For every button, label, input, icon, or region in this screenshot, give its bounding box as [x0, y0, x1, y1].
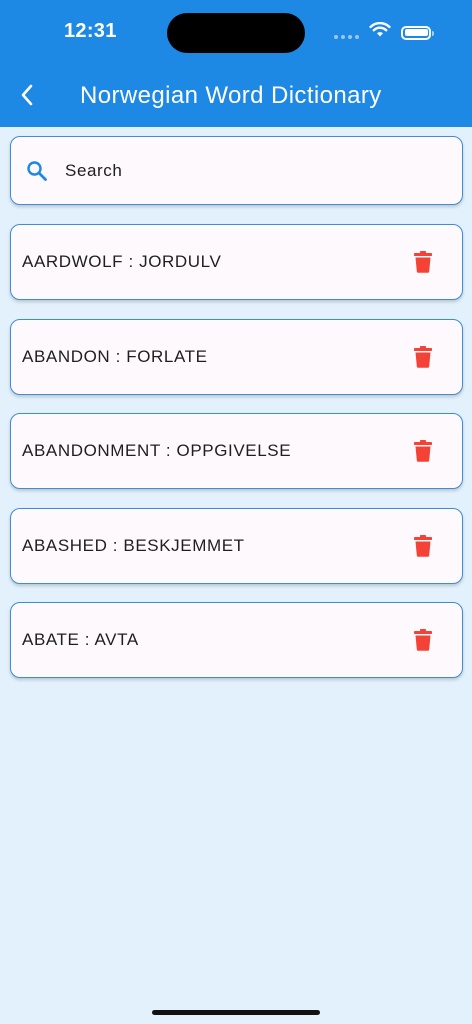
- delete-button[interactable]: [410, 249, 436, 275]
- delete-button[interactable]: [410, 627, 436, 653]
- trash-icon: [414, 629, 432, 651]
- word-card[interactable]: ABASHED : BESKJEMMET: [10, 507, 463, 584]
- page-title: Norwegian Word Dictionary: [80, 82, 382, 109]
- search-field[interactable]: [10, 136, 463, 205]
- battery-icon: [401, 25, 434, 40]
- word-card[interactable]: ABANDON : FORLATE: [10, 318, 463, 395]
- word-card[interactable]: ABATE : AVTA: [10, 602, 463, 678]
- word-list: AARDWOLF : JORDULV ABANDON : FORLATE ABA…: [10, 224, 463, 697]
- chevron-left-icon: [20, 84, 34, 111]
- back-button[interactable]: [12, 80, 42, 114]
- cellular-signal-icon: [334, 34, 359, 39]
- word-card[interactable]: AARDWOLF : JORDULV: [10, 224, 463, 300]
- word-entry-text: AARDWOLF : JORDULV: [22, 252, 222, 271]
- word-entry-text: ABANDONMENT : OPPGIVELSE: [22, 441, 292, 460]
- home-indicator: [152, 1010, 320, 1015]
- status-time: 12:31: [64, 20, 117, 42]
- word-card[interactable]: ABANDONMENT : OPPGIVELSE: [10, 413, 463, 489]
- search-input[interactable]: [63, 159, 427, 182]
- word-entry-text: ABASHED : BESKJEMMET: [22, 535, 245, 555]
- trash-icon: [414, 534, 432, 557]
- trash-icon: [414, 345, 432, 368]
- delete-button[interactable]: [410, 438, 436, 464]
- dynamic-island: [167, 13, 305, 53]
- wifi-icon: [369, 21, 391, 43]
- delete-button[interactable]: [410, 344, 436, 370]
- word-entry-text: ABATE : AVTA: [22, 630, 139, 649]
- search-icon: [25, 159, 49, 183]
- trash-icon: [414, 251, 432, 273]
- app-header: 12:31 Norwegian Word Dictionary: [0, 0, 472, 127]
- delete-button[interactable]: [410, 533, 436, 559]
- status-icons: [334, 21, 434, 43]
- word-entry-text: ABANDON : FORLATE: [22, 346, 208, 366]
- trash-icon: [414, 440, 432, 462]
